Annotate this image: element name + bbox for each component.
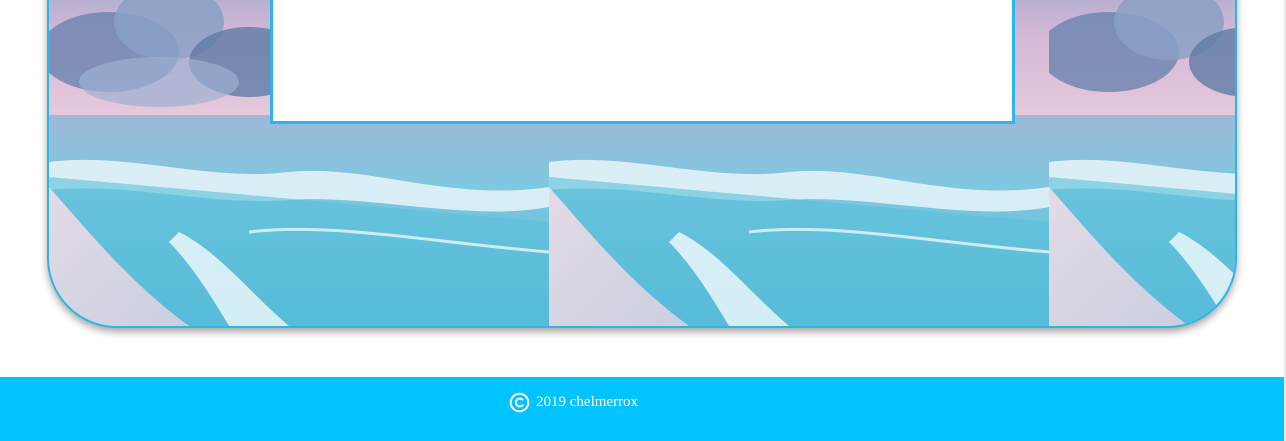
content-panel	[270, 0, 1015, 124]
footer-copyright: 2019 chelmerrox	[509, 392, 638, 413]
page: 2019 chelmerrox	[0, 0, 1286, 441]
copyright-icon	[509, 392, 530, 413]
footer	[0, 377, 1284, 441]
footer-copyright-text: 2019 chelmerrox	[536, 394, 639, 410]
beach-image-tile	[1049, 0, 1235, 326]
